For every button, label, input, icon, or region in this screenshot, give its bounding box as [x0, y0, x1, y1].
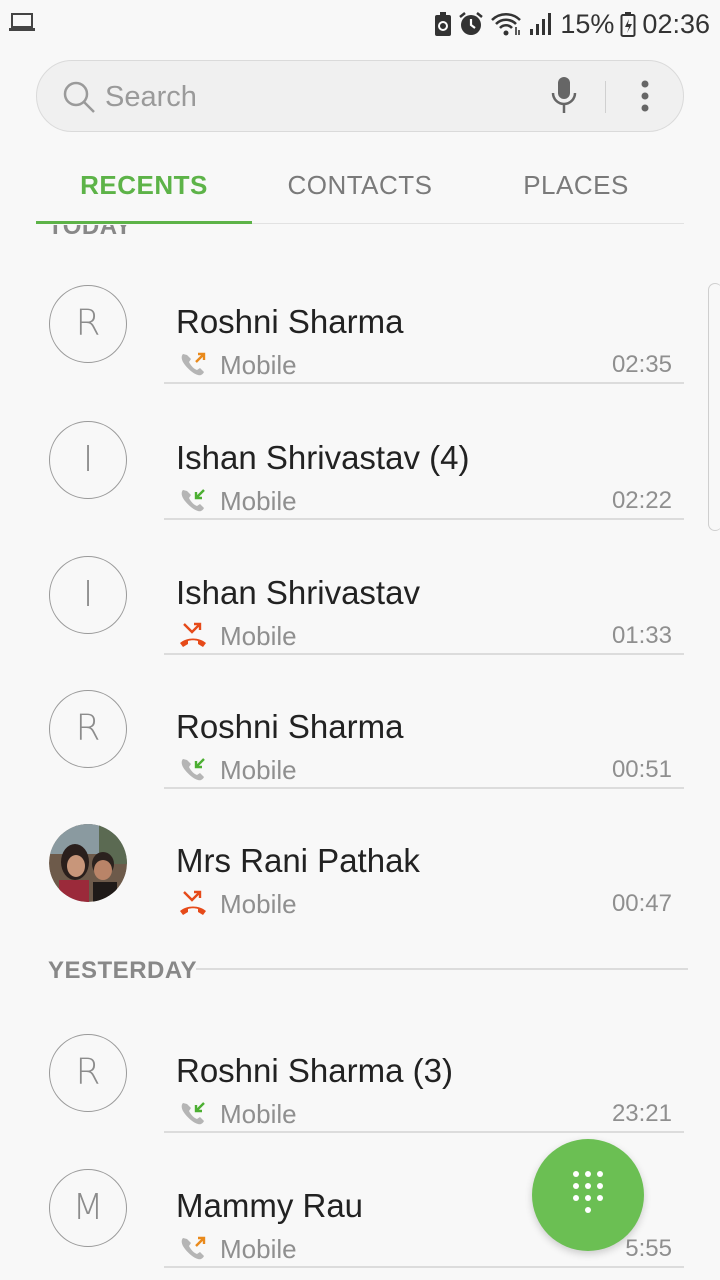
section-header-yesterday: YESTERDAY [48, 957, 197, 984]
call-time: 02:22 [611, 487, 672, 514]
recents-list[interactable]: TODAY R Roshni Sharma Mobile 02:35 I Ish… [0, 225, 720, 1280]
search-icon [61, 79, 97, 120]
battery-saver-icon [434, 11, 452, 37]
contact-name: Ishan Shrivastav (4) [176, 439, 470, 476]
contact-name: Roshni Sharma [176, 708, 404, 745]
call-type-label: Mobile [220, 755, 297, 785]
status-time: 02:36 [642, 8, 710, 39]
call-type-label: Mobile [220, 350, 297, 380]
wifi-icon [490, 11, 522, 37]
call-row[interactable]: R Roshni Sharma (3) Mobile 23:21 [0, 999, 720, 1133]
scrollbar-handle[interactable] [708, 283, 720, 531]
call-time: 23:21 [611, 1100, 672, 1127]
laptop-icon [8, 12, 36, 34]
alarm-icon [458, 11, 484, 37]
missed-call-icon [178, 621, 208, 654]
search-input[interactable] [105, 75, 525, 119]
call-time: 02:35 [611, 351, 672, 378]
search-bar[interactable] [36, 60, 684, 132]
call-time: 5:55 [625, 1235, 672, 1262]
tab-places[interactable]: PLACES [468, 150, 684, 223]
avatar: R [49, 285, 127, 363]
call-row[interactable]: I Ishan Shrivastav Mobile 01:33 [0, 521, 720, 655]
avatar: M [49, 1169, 127, 1247]
row-divider [164, 382, 684, 384]
incoming-call-icon [178, 755, 208, 788]
search-divider [605, 81, 606, 113]
contact-name: Mammy Rau [176, 1187, 364, 1224]
call-type-label: Mobile [220, 1234, 297, 1264]
call-type-label: Mobile [220, 486, 297, 516]
battery-charging-icon [620, 11, 636, 37]
outgoing-call-icon [178, 1234, 208, 1267]
missed-call-icon [178, 889, 208, 922]
call-row[interactable]: I Ishan Shrivastav (4) Mobile 02:22 [0, 386, 720, 520]
call-time: 00:47 [611, 890, 672, 917]
tab-bar: RECENTS CONTACTS PLACES [36, 150, 684, 224]
call-time: 01:33 [611, 622, 672, 649]
contact-name: Roshni Sharma (3) [176, 1052, 453, 1089]
avatar: I [49, 556, 127, 634]
call-time: 00:51 [611, 756, 672, 783]
battery-percent: 15% [560, 8, 615, 39]
avatar: R [49, 1034, 127, 1112]
section-header-today: TODAY [48, 225, 132, 240]
outgoing-call-icon [178, 350, 208, 383]
dialpad-button[interactable] [532, 1139, 644, 1251]
status-bar: 15% 02:36 [0, 0, 720, 50]
contact-name: Ishan Shrivastav [176, 574, 420, 611]
avatar: I [49, 421, 127, 499]
call-row[interactable]: R Roshni Sharma Mobile 00:51 [0, 655, 720, 789]
call-row[interactable]: R Roshni Sharma Mobile 02:35 [0, 250, 720, 384]
call-type-label: Mobile [220, 1099, 297, 1129]
contact-name: Mrs Rani Pathak [176, 842, 420, 879]
contact-photo [49, 824, 127, 902]
tab-recents[interactable]: RECENTS [36, 150, 252, 224]
call-type-label: Mobile [220, 621, 297, 651]
row-divider [164, 518, 684, 520]
signal-icon [528, 11, 554, 37]
dialpad-icon [570, 1169, 606, 1224]
incoming-call-icon [178, 1099, 208, 1132]
call-row[interactable]: Mrs Rani Pathak Mobile 00:47 [0, 789, 720, 923]
more-vert-icon[interactable] [633, 77, 657, 122]
row-divider [164, 1266, 684, 1268]
section-divider [196, 968, 688, 970]
contact-name: Roshni Sharma [176, 303, 404, 340]
incoming-call-icon [178, 486, 208, 519]
call-type-label: Mobile [220, 889, 297, 919]
avatar: R [49, 690, 127, 768]
mic-icon[interactable] [549, 75, 579, 122]
row-divider [164, 1131, 684, 1133]
tab-contacts[interactable]: CONTACTS [252, 150, 468, 223]
